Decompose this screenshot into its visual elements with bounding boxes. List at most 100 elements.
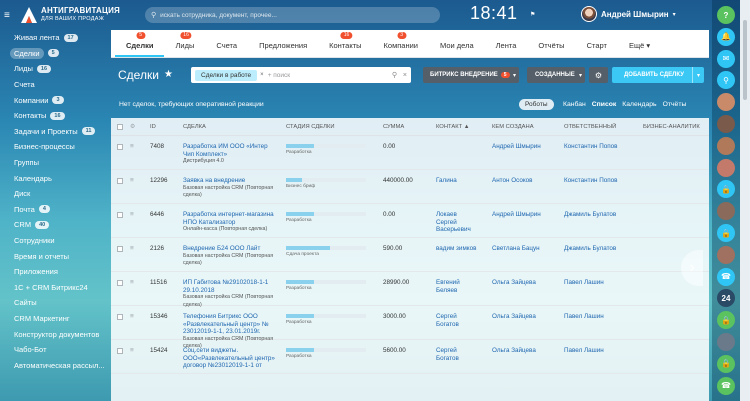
contact-link-line[interactable]: Сергей <box>436 313 459 321</box>
sidebar-item[interactable]: Время и отчеты <box>0 248 110 264</box>
deal-title-line[interactable]: ИП Габитова №29102018-1-1 <box>183 279 273 287</box>
sidebar-item[interactable]: Счета <box>0 77 110 93</box>
responsible-link[interactable]: Павел Лашин <box>564 279 604 287</box>
deal-title[interactable]: Разработка ИМ ООО «Интер Чип Комплект» Дис… <box>183 143 268 166</box>
deal-stage[interactable]: Разработка <box>286 348 366 359</box>
row-menu-icon[interactable]: ≡ <box>130 143 134 150</box>
phone-icon[interactable]: ☎ <box>717 376 735 395</box>
sidebar-item[interactable]: Сотрудники <box>0 233 110 249</box>
tab[interactable]: Сделки 5 <box>115 32 165 57</box>
deal-title-line[interactable]: Чип Комплект» <box>183 151 268 159</box>
contact-link-line[interactable]: Богатов <box>436 355 459 363</box>
deal-title-line[interactable]: Заявка на внедрение <box>183 177 273 185</box>
deal-title[interactable]: Разработка интернет-магазина НПО Катализа… <box>183 211 274 234</box>
contact-link-line[interactable]: Беляев <box>436 287 460 295</box>
tab[interactable]: Лиды 16 <box>164 32 205 57</box>
row-menu-icon[interactable]: ≡ <box>130 279 134 286</box>
deal-stage[interactable]: Разработка <box>286 212 366 223</box>
deal-title-line[interactable]: 29.10.2018 <box>183 287 273 295</box>
search-icon[interactable]: ⚲ <box>392 71 397 79</box>
sidebar-item[interactable]: Конструктор документов <box>0 326 110 342</box>
table-row[interactable]: ≡ 6446 Разработка интернет-магазина НПО Кат… <box>111 204 709 238</box>
deal-contact[interactable]: Сергей Богатов <box>436 347 459 362</box>
menu-icon[interactable]: ≡ <box>4 10 16 21</box>
sidebar-item[interactable]: Сайты <box>0 295 110 311</box>
created-filter-button[interactable]: СОЗДАННЫЕ ▾ <box>527 67 585 83</box>
row-checkbox[interactable] <box>117 212 123 218</box>
deal-title-line[interactable]: Разработка интернет-магазина <box>183 211 274 219</box>
deal-title[interactable]: ИП Габитова №29102018-1-1 29.10.2018 Базов… <box>183 279 273 309</box>
filter-chip[interactable]: Сделки в работе <box>195 69 258 81</box>
deal-stage[interactable]: Сдача проекта <box>286 246 366 257</box>
table-row[interactable]: ≡ 2126 Внедрение Б24 ООО Лайт Базовая настр… <box>111 238 709 272</box>
tab[interactable]: Счета <box>205 41 248 57</box>
column-created-by[interactable]: КЕМ СОЗДАНА <box>492 124 534 130</box>
column-responsible[interactable]: ОТВЕТСТВЕННЫЙ <box>564 124 616 130</box>
page-scrollbar[interactable] <box>740 0 750 401</box>
sidebar-item[interactable]: 1С + CRM Битрикс24 <box>0 280 110 296</box>
deal-stage[interactable]: Разработка <box>286 314 366 325</box>
responsible-link[interactable]: Константин Попов <box>564 177 618 185</box>
sidebar-item[interactable]: Компании 3 <box>0 92 110 108</box>
stage-progress-bar[interactable] <box>286 178 366 182</box>
chat-icon[interactable]: ✉ <box>717 49 735 68</box>
tab[interactable]: Контакты 16 <box>318 32 372 57</box>
star-icon[interactable]: ★ <box>164 69 173 80</box>
deal-title-line[interactable]: Внедрение Б24 ООО Лайт <box>183 245 273 253</box>
deal-title-line[interactable]: Соц.сети виджеты. <box>183 347 275 355</box>
avatar-icon[interactable] <box>717 333 735 351</box>
sidebar-item[interactable]: Бизнес-процессы <box>0 139 110 155</box>
robots-button[interactable]: Роботы <box>519 99 554 110</box>
sidebar-item[interactable]: Автоматическая рассыл... <box>0 357 110 373</box>
contact-link-line[interactable]: вадим зимков <box>436 245 476 253</box>
view-tab[interactable]: Отчёты <box>663 101 687 108</box>
bell-icon[interactable]: 🔔 <box>717 27 735 46</box>
deal-title-line[interactable]: договор №23012019-1-1 от <box>183 362 275 370</box>
deal-stage[interactable]: Бизнес бриф <box>286 178 366 189</box>
avatar-icon[interactable] <box>717 158 735 177</box>
global-search-input[interactable]: ⚲ искать сотрудника, документ, прочее... <box>145 7 440 23</box>
sidebar-item[interactable]: Календарь <box>0 170 110 186</box>
sidebar-item[interactable]: Сделки 5 <box>0 46 110 62</box>
created-by-link[interactable]: Ольга Зайцева <box>492 279 536 287</box>
column-contact[interactable]: КОНТАКТ ▲ <box>436 124 470 130</box>
search-icon[interactable]: ⚲ <box>717 71 735 90</box>
created-by-link[interactable]: Андрей Шмырин <box>492 143 541 151</box>
contact-link-line[interactable]: Сергей <box>436 347 459 355</box>
stage-progress-bar[interactable] <box>286 280 366 284</box>
row-menu-icon[interactable]: ≡ <box>130 347 134 354</box>
table-row[interactable]: ≡ 15346 Телефония Битрикс ООО «Развлекатель… <box>111 306 709 349</box>
deal-contact[interactable]: вадим зимков <box>436 245 476 253</box>
settings-button[interactable]: ⚙ <box>589 67 608 83</box>
stage-progress-bar[interactable] <box>286 314 366 318</box>
sidebar-item[interactable]: Почта 4 <box>0 202 110 218</box>
row-menu-icon[interactable]: ≡ <box>130 211 134 218</box>
avatar-icon[interactable] <box>717 93 735 112</box>
created-by-link[interactable]: Ольга Зайцева <box>492 347 536 355</box>
tab[interactable]: Ещё ▾ <box>618 41 661 57</box>
logo[interactable]: АНТИГРАВИТАЦИЯ ДЛЯ ВАШИХ ПРОДАЖ <box>20 6 120 24</box>
flag-icon[interactable]: ⚑ <box>530 11 535 18</box>
scrollbar-thumb[interactable] <box>743 20 747 100</box>
pipeline-select-button[interactable]: БИТРИКС ВНЕДРЕНИЕ 5 ▾ <box>423 67 519 83</box>
help-icon[interactable]: ? <box>717 6 735 24</box>
responsible-link[interactable]: Павел Лашин <box>564 313 604 321</box>
lock-icon[interactable]: 🔒 <box>717 311 735 330</box>
sidebar-item[interactable]: Приложения <box>0 264 110 280</box>
responsible-link[interactable]: Павел Лашин <box>564 347 604 355</box>
table-row[interactable]: ≡ 12296 Заявка на внедрение Базовая настрой… <box>111 170 709 204</box>
tab[interactable]: Лента <box>485 41 528 57</box>
avatar-icon[interactable] <box>717 136 735 155</box>
row-menu-icon[interactable]: ≡ <box>130 177 134 184</box>
responsible-link[interactable]: Джамиль Булатов <box>564 211 616 219</box>
stage-progress-bar[interactable] <box>286 144 366 148</box>
column-settings-icon[interactable]: ⚙ <box>130 124 135 130</box>
column-analyst[interactable]: БИЗНЕС-АНАЛИТИК <box>643 124 700 130</box>
sidebar-item[interactable]: CRM 40 <box>0 217 110 233</box>
sidebar-item[interactable]: Контакты 16 <box>0 108 110 124</box>
responsible-link[interactable]: Константин Попов <box>564 143 618 151</box>
deal-contact[interactable]: Локаев Сергей Васерьевич <box>436 211 471 234</box>
deal-title[interactable]: Соц.сети виджеты. ООО«Развлекательный цен… <box>183 347 275 370</box>
sidebar-item[interactable]: CRM Маркетинг <box>0 311 110 327</box>
deal-title-line[interactable]: ООО«Развлекательный центр» <box>183 355 275 363</box>
